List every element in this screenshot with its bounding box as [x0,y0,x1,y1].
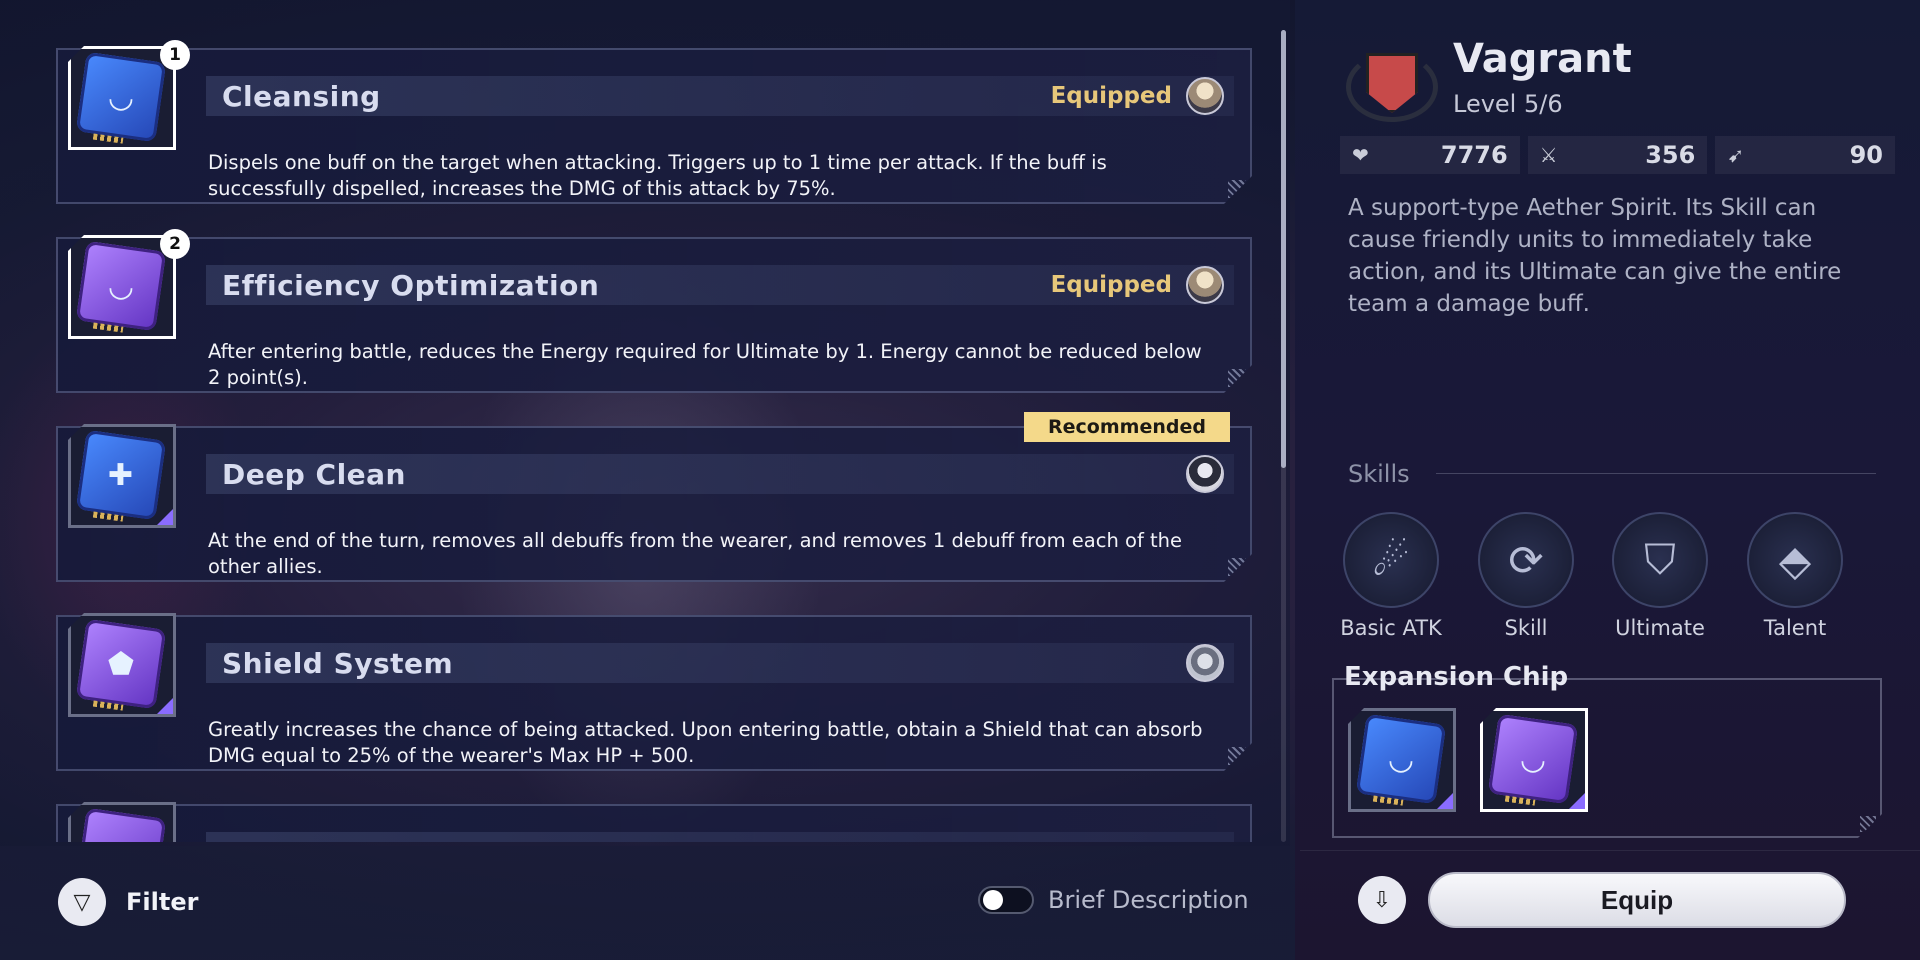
stat-hp-value: 7776 [1440,141,1508,169]
filter-icon: ▽ [58,878,106,926]
chip-card-partial[interactable]: ◣ [40,802,1260,842]
chip-icon-frame: ◡ [68,46,176,150]
equip-button[interactable]: Equip [1428,872,1846,928]
skill-skill[interactable]: ⟳ Skill [1466,512,1586,640]
card-corner-decoration [1228,558,1246,576]
skills-divider [1436,473,1876,474]
card-corner-decoration [1228,747,1246,765]
card-corner-decoration [1228,369,1246,387]
spirit-emblem-icon [1346,40,1438,126]
skill-label: Ultimate [1615,616,1705,640]
skill-label: Skill [1504,616,1548,640]
chip-icon-frame: ◣ [68,802,176,842]
cleansing-chip-icon: ◡ [1355,713,1447,806]
spirit-name: Vagrant [1453,36,1632,82]
skill-label: Talent [1763,616,1827,640]
stat-speed: ➹ 90 [1715,136,1896,174]
expansion-slot-1[interactable]: ◡ [1348,708,1464,814]
rarity-accent [1437,793,1453,809]
chip-list[interactable]: ◡ 1 Cleansing Equipped Dispels one buff … [40,30,1260,842]
chip-description: Greatly increases the chance of being at… [208,718,1203,767]
wearer-avatar [1186,266,1224,304]
recommended-tag: Recommended [1024,412,1230,442]
rarity-accent [1569,793,1585,809]
expansion-chip-header: Expansion Chip [1344,662,1569,692]
efficiency-chip-icon: ◡ [75,240,167,333]
spirit-stats: ❤ 7776 ⚔ 356 ➹ 90 [1340,136,1896,174]
brief-description-label: Brief Description [1048,886,1249,914]
scrollbar-thumb[interactable] [1281,30,1286,468]
filter-button[interactable]: ▽ Filter [58,878,198,926]
expansion-slot-2[interactable]: ◡ [1480,708,1596,814]
skills-header: Skills [1348,460,1410,488]
chip-name: Deep Clean [222,457,406,491]
slot-number-badge: 1 [160,40,190,70]
rarity-accent [157,509,173,525]
spirit-description: A support-type Aether Spirit. Its Skill … [1348,195,1842,317]
chip-card-cleansing[interactable]: ◡ 1 Cleansing Equipped Dispels one buff … [40,40,1260,216]
skill-basic-atk[interactable]: ☄ Basic ATK [1331,512,1451,640]
chip-icon-frame: ⬟ [68,613,176,717]
chip-icon-frame: ◡ [1480,708,1588,812]
chip-description: After entering battle, reduces the Energ… [208,340,1202,389]
brief-description-toggle[interactable] [978,886,1034,914]
sword-icon: ⚔ [1539,143,1558,167]
chip-description: At the end of the turn, removes all debu… [208,529,1183,578]
equipped-status: Equipped [1050,272,1172,298]
chip-title-bar: Cleansing Equipped [206,76,1234,116]
partial-chip-icon: ◣ [75,807,167,842]
chip-icon-frame: ◡ [68,235,176,339]
stat-hp: ❤ 7776 [1340,136,1520,174]
cleansing-chip-icon: ◡ [75,51,167,144]
recommended-character-avatar [1186,644,1224,682]
chip-title-bar: Shield System [206,643,1234,683]
skill-talent[interactable]: ⬘ Talent [1735,512,1855,640]
chip-icon-frame: ✚ [68,424,176,528]
shield-chip-icon: ⬟ [75,618,167,711]
deep-clean-chip-icon: ✚ [75,429,167,522]
talent-icon: ⬘ [1747,512,1843,608]
rarity-accent [157,698,173,714]
equipped-status: Equipped [1050,83,1172,109]
ultimate-icon: ⛉ [1612,512,1708,608]
skill-ultimate[interactable]: ⛉ Ultimate [1600,512,1720,640]
skill-label: Basic ATK [1340,616,1442,640]
chip-name: Cleansing [222,79,381,113]
chip-icon-frame: ◡ [1348,708,1456,812]
chip-title-bar: Deep Clean [206,454,1234,494]
chip-title-bar: Efficiency Optimization Equipped [206,265,1234,305]
basic-atk-icon: ☄ [1343,512,1439,608]
filter-label: Filter [126,888,199,916]
spirit-level: Level 5/6 [1453,90,1563,118]
chip-list-scrollbar[interactable] [1281,30,1286,842]
brief-description-toggle-group[interactable]: Brief Description [978,886,1249,914]
action-bar-divider [1300,850,1920,851]
skill-icon: ⟳ [1478,512,1574,608]
unequip-icon[interactable]: ⇩ [1358,876,1406,924]
chip-description: Dispels one buff on the target when atta… [208,151,1107,200]
chip-card-efficiency-optimization[interactable]: ◡ 2 Efficiency Optimization Equipped Aft… [40,229,1260,405]
chip-name: Shield System [222,646,454,680]
boot-icon: ➹ [1727,143,1745,167]
heart-icon: ❤ [1352,143,1369,167]
card-corner-decoration [1228,180,1246,198]
efficiency-chip-icon: ◡ [1487,713,1579,806]
recommended-character-avatar [1186,455,1224,493]
slot-number-badge: 2 [160,229,190,259]
chip-card-deep-clean[interactable]: Recommended ✚ Deep Clean At the end of t… [40,412,1260,594]
stat-atk: ⚔ 356 [1527,136,1708,174]
stat-atk-value: 356 [1645,141,1696,169]
chip-title-bar [206,832,1234,842]
stat-speed-value: 90 [1849,141,1884,169]
chip-name: Efficiency Optimization [222,268,600,302]
wearer-avatar [1186,77,1224,115]
chip-card-shield-system[interactable]: ⬟ Shield System Greatly increases the ch… [40,613,1260,783]
